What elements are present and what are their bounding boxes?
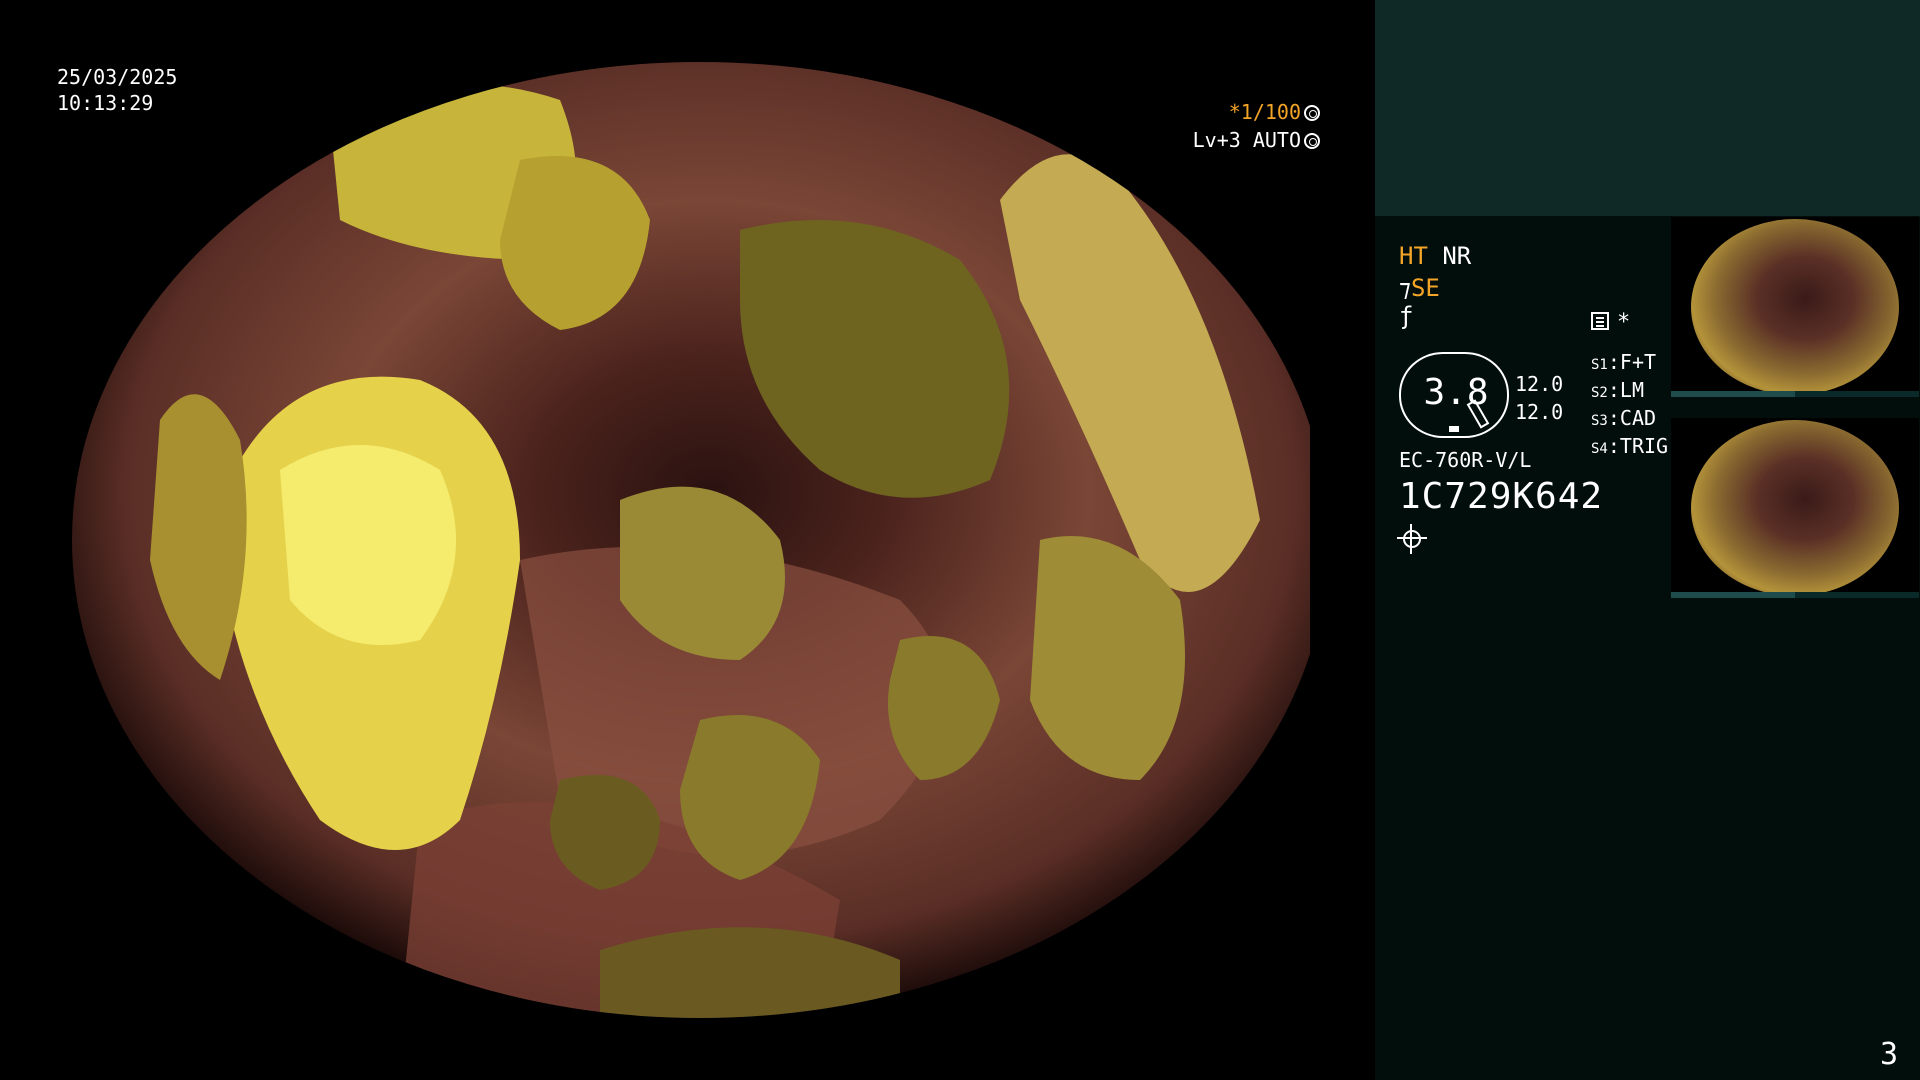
- page-number: 3: [1879, 1037, 1898, 1072]
- scope-serial: 1C729K642: [1399, 476, 1604, 517]
- thumbnail-1[interactable]: [1671, 217, 1919, 397]
- shutter-icon: [1304, 105, 1320, 121]
- scope-model: EC-760R-V/L: [1399, 448, 1532, 472]
- thumbnail-bar: [1671, 391, 1919, 397]
- thumbnail-image: [1691, 219, 1899, 395]
- exposure-readout: *1/100 Lv+3 AUTO: [1193, 98, 1320, 154]
- light-icon: [1397, 524, 1427, 554]
- switch-row: S3:CAD: [1591, 406, 1657, 430]
- panel-header-block: [1375, 0, 1920, 216]
- gauge-value: 3.8: [1423, 372, 1489, 413]
- auto-exposure-icon: [1304, 133, 1320, 149]
- switch-key: S3: [1591, 413, 1608, 429]
- switch-value: F+T: [1619, 350, 1657, 374]
- switch-key: S4: [1591, 441, 1608, 457]
- switch-list: S1:F+T S2:LM S3:CAD S4:TRIG: [1591, 350, 1668, 462]
- date-text: 25/03/2025: [57, 65, 178, 89]
- switch-row: S1:F+T: [1591, 350, 1657, 374]
- switch-key: S1: [1591, 357, 1608, 373]
- shutter-text: *1/100: [1228, 100, 1301, 124]
- switch-value: TRIG: [1619, 434, 1669, 458]
- se-label: SE: [1410, 274, 1440, 302]
- endoscopy-image: [0, 0, 1375, 1080]
- switch-value: CAD: [1619, 406, 1657, 430]
- switch-row: S2:LM: [1591, 378, 1644, 402]
- settings-icon: [1591, 312, 1609, 330]
- thumbnail-2[interactable]: [1671, 418, 1919, 598]
- value-top: 12.0: [1515, 372, 1564, 396]
- time-text: 10:13:29: [57, 91, 154, 115]
- nr-label: NR: [1442, 242, 1472, 270]
- gauge: 3.8: [1399, 352, 1509, 438]
- asterisk-mark: *: [1617, 310, 1631, 335]
- thumbnail-image: [1691, 420, 1899, 596]
- endoscope-view-area: 25/03/2025 10:13:29 *1/100 Lv+3 AUTO: [0, 0, 1375, 1080]
- switch-value: LM: [1619, 378, 1644, 402]
- enhance-icon: ⁊: [1399, 274, 1411, 302]
- thumbnail-bar: [1671, 592, 1919, 598]
- switch-row: S4:TRIG: [1591, 434, 1669, 458]
- value-bottom: 12.0: [1515, 400, 1564, 424]
- ht-label: HT: [1399, 242, 1428, 270]
- level-text: Lv+3 AUTO: [1192, 128, 1301, 152]
- filter-icon: ƒ: [1399, 302, 1414, 330]
- timestamp: 25/03/2025 10:13:29: [57, 64, 177, 116]
- switch-key: S2: [1591, 385, 1608, 401]
- gauge-mark: [1449, 426, 1459, 432]
- value-column: 12.0 12.0: [1515, 370, 1563, 426]
